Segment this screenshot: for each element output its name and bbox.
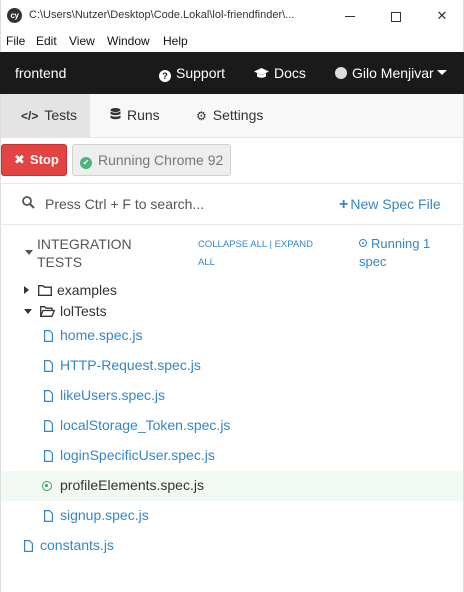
tab-settings[interactable]: ⚙ Settings	[194, 94, 263, 137]
spec-name: loginSpecificUser.spec.js	[60, 447, 215, 463]
collapse-expand-links: COLLAPSE ALL | EXPAND ALL	[198, 236, 328, 272]
close-icon: ✖	[14, 152, 25, 167]
stop-label: Stop	[29, 152, 59, 167]
spec-name: home.spec.js	[60, 327, 143, 343]
user-name: Gilo Menjivar	[352, 65, 434, 81]
maximize-icon	[391, 11, 401, 22]
menu-bar: File Edit View Window Help	[0, 31, 464, 52]
user-avatar-icon	[335, 67, 347, 79]
tab-settings-label: Settings	[212, 107, 264, 123]
close-button[interactable]: ✕	[419, 0, 464, 31]
menu-file[interactable]: File	[6, 34, 25, 48]
chevron-down-icon	[436, 70, 447, 75]
running-status: Running 1 spec	[359, 235, 449, 271]
section-title[interactable]: INTEGRATION TESTS	[37, 235, 157, 271]
collapse-all-link[interactable]: COLLAPSE ALL	[198, 239, 267, 250]
file-icon	[44, 390, 53, 402]
file-icon	[44, 510, 53, 522]
file-icon	[44, 330, 53, 342]
link-separator: |	[269, 239, 272, 250]
run-controls: ✖ Stop ✔ Running Chrome 92	[0, 138, 464, 183]
menu-help[interactable]: Help	[163, 34, 188, 48]
caret-down-icon	[24, 309, 32, 314]
minimize-button[interactable]	[327, 0, 373, 31]
spec-row[interactable]: home.spec.js	[1, 321, 463, 351]
folder-open-icon	[39, 306, 56, 317]
folder-icon	[38, 285, 52, 296]
spec-name: localStorage_Token.spec.js	[60, 417, 231, 433]
caret-right-icon	[24, 286, 29, 294]
file-icon	[44, 360, 53, 372]
graduation-cap-icon	[254, 66, 269, 82]
tab-runs-label: Runs	[127, 107, 160, 123]
folder-label: lolTests	[60, 303, 107, 319]
spec-row[interactable]: constants.js	[1, 531, 463, 561]
database-icon	[110, 95, 121, 138]
file-icon	[24, 540, 33, 552]
browser-label: Running Chrome 92	[98, 152, 224, 168]
docs-label: Docs	[274, 65, 306, 81]
minimize-icon	[345, 16, 355, 18]
file-icon	[44, 420, 53, 432]
main-tabs: </> Tests Runs ⚙ Settings	[0, 94, 464, 138]
tab-tests-label: Tests	[44, 107, 78, 123]
caret-down-icon[interactable]	[25, 250, 33, 255]
plus-icon: +	[339, 196, 349, 213]
support-link[interactable]: ? Support	[159, 65, 225, 82]
user-menu[interactable]: Gilo Menjivar	[335, 65, 447, 81]
spec-list: INTEGRATION TESTS COLLAPSE ALL | EXPAND …	[0, 225, 464, 592]
tab-runs[interactable]: Runs	[108, 94, 160, 137]
spec-search-bar: +New Spec File	[0, 183, 464, 225]
support-label: Support	[176, 65, 226, 81]
docs-link[interactable]: Docs	[254, 65, 306, 82]
spec-row[interactable]: loginSpecificUser.spec.js	[1, 441, 463, 471]
spec-name: HTTP-Request.spec.js	[60, 357, 201, 373]
new-spec-label: New Spec File	[350, 196, 441, 212]
top-nav: frontend ? Support Docs Gilo Menjivar	[0, 52, 464, 94]
spec-name: profileElements.spec.js	[60, 477, 204, 493]
spec-row[interactable]: HTTP-Request.spec.js	[1, 351, 463, 381]
spec-name: signup.spec.js	[60, 507, 149, 523]
question-circle-icon: ?	[159, 70, 171, 82]
menu-edit[interactable]: Edit	[36, 34, 57, 48]
search-icon	[22, 196, 35, 209]
spec-name: likeUsers.spec.js	[60, 387, 166, 403]
close-icon: ✕	[436, 8, 448, 23]
running-label: Running 1 spec	[359, 236, 431, 269]
title-bar: cy C:\Users\Nutzer\Desktop\Code.Lokal\lo…	[0, 0, 464, 31]
spec-row[interactable]: localStorage_Token.spec.js	[1, 411, 463, 441]
stop-button[interactable]: ✖ Stop	[1, 144, 67, 176]
check-circle-icon: ✔	[80, 157, 92, 169]
spec-name: constants.js	[40, 537, 114, 553]
dot-circle-icon	[359, 239, 367, 247]
project-name: frontend	[15, 65, 67, 81]
dot-circle-icon	[42, 481, 52, 491]
window-title: C:\Users\Nutzer\Desktop\Code.Lokal\lol-f…	[29, 9, 295, 21]
tab-tests[interactable]: </> Tests	[1, 94, 90, 137]
spec-row[interactable]: signup.spec.js	[1, 501, 463, 531]
folder-label: examples	[57, 282, 117, 298]
file-icon	[44, 450, 53, 462]
folder-loltests[interactable]: lolTests	[24, 303, 107, 319]
spec-row-running[interactable]: profileElements.spec.js	[1, 471, 463, 501]
browser-selector[interactable]: ✔ Running Chrome 92	[72, 144, 231, 176]
code-icon: </>	[21, 109, 39, 123]
menu-window[interactable]: Window	[107, 34, 150, 48]
search-input[interactable]	[45, 194, 245, 214]
maximize-button[interactable]	[373, 0, 419, 31]
folder-examples[interactable]: examples	[24, 282, 117, 298]
menu-view[interactable]: View	[69, 34, 95, 48]
new-spec-file-button[interactable]: + New Spec File	[339, 196, 441, 214]
cypress-app-icon: cy	[7, 8, 22, 23]
spec-row[interactable]: likeUsers.spec.js	[1, 381, 463, 411]
gear-icon: ⚙	[196, 109, 207, 123]
